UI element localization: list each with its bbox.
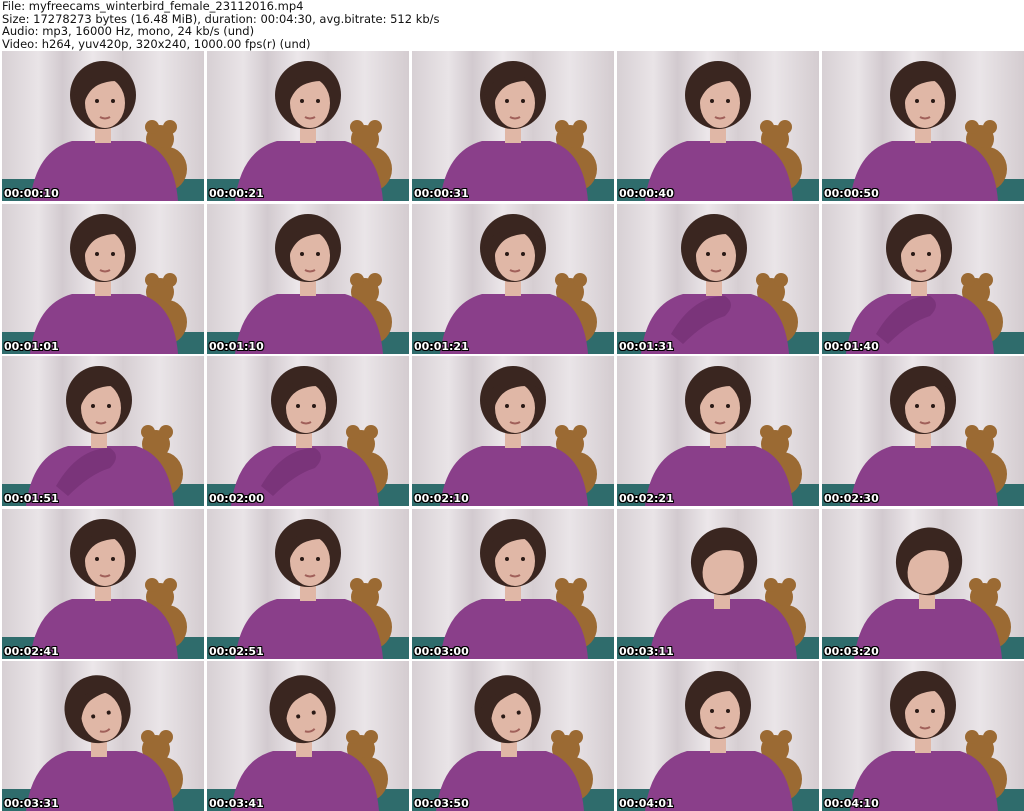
- video-frame-image: [822, 366, 1024, 506]
- timestamp-label: 00:00:50: [824, 187, 879, 200]
- file-info-header: File: myfreecams_winterbird_female_23112…: [2, 0, 1002, 50]
- timestamp-label: 00:04:10: [824, 797, 879, 810]
- video-thumbnail: 00:00:40: [617, 51, 819, 201]
- timestamp-label: 00:01:51: [4, 492, 59, 505]
- timestamp-label: 00:02:41: [4, 644, 59, 658]
- video-frame-image: [2, 675, 204, 811]
- timestamp-label: 00:03:11: [619, 644, 674, 658]
- timestamp-label: 00:01:31: [619, 339, 674, 353]
- video-thumbnail: 00:03:00: [412, 508, 614, 659]
- thumbnail-grid: 00:00:10 00:00:21 00:00:31 00:00:40 00:00:50…: [0, 50, 1024, 811]
- video-thumbnail: 00:00:31: [412, 51, 614, 201]
- file-name-line: File: myfreecams_winterbird_female_23112…: [2, 0, 304, 13]
- timestamp-label: 00:03:31: [4, 797, 59, 810]
- video-thumbnail: 00:04:01: [617, 661, 819, 811]
- video-frame-image: [2, 213, 204, 354]
- video-frame-image: [617, 526, 819, 659]
- video-thumbnail: 00:00:10: [2, 51, 204, 201]
- video-frame-image: [822, 61, 1024, 201]
- timestamp-label: 00:00:21: [209, 187, 264, 200]
- timestamp-label: 00:01:10: [209, 339, 264, 353]
- timestamp-label: 00:01:21: [414, 339, 469, 353]
- timestamp-label: 00:03:50: [414, 797, 469, 810]
- video-frame-image: [617, 213, 819, 354]
- video-thumbnail: 00:01:01: [2, 203, 204, 354]
- timestamp-label: 00:02:30: [824, 492, 879, 505]
- video-thumbnail: 00:03:41: [207, 661, 409, 811]
- video-frame-image: [822, 213, 1024, 354]
- video-thumbnail: 00:02:21: [617, 356, 819, 506]
- timestamp-label: 00:02:10: [414, 492, 469, 505]
- video-thumbnail: 00:01:10: [207, 203, 409, 354]
- video-thumbnail: 00:02:41: [2, 508, 204, 659]
- timestamp-label: 00:00:40: [619, 187, 674, 200]
- timestamp-label: 00:01:40: [824, 339, 879, 353]
- timestamp-label: 00:00:31: [414, 187, 469, 200]
- video-frame-image: [207, 61, 409, 201]
- video-frame-image: [412, 213, 614, 354]
- video-frame-image: [207, 675, 409, 811]
- video-thumbnail: 00:03:11: [617, 508, 819, 659]
- video-thumbnail: 00:03:20: [822, 508, 1024, 659]
- video-thumbnail: 00:01:31: [617, 203, 819, 354]
- video-frame-image: [207, 366, 409, 506]
- timestamp-label: 00:03:41: [209, 797, 264, 810]
- timestamp-label: 00:03:00: [414, 644, 469, 658]
- video-thumbnail: 00:02:00: [207, 356, 409, 506]
- video-frame-image: [207, 213, 409, 354]
- video-thumbnail: 00:01:51: [2, 356, 204, 506]
- video-frame-image: [617, 671, 819, 811]
- video-thumbnail: 00:00:50: [822, 51, 1024, 201]
- video-frame-image: [412, 675, 614, 811]
- video-frame-image: [617, 366, 819, 506]
- video-thumbnail: 00:01:21: [412, 203, 614, 354]
- video-thumbnail: 00:03:50: [412, 661, 614, 811]
- timestamp-label: 00:02:21: [619, 492, 674, 505]
- video-frame-image: [617, 61, 819, 201]
- video-thumbnail: 00:03:31: [2, 661, 204, 811]
- video-frame-image: [2, 61, 204, 201]
- video-frame-image: [412, 366, 614, 506]
- video-line: Video: h264, yuv420p, 320x240, 1000.00 f…: [2, 36, 311, 51]
- video-thumbnail: 00:02:51: [207, 508, 409, 659]
- video-frame-image: [822, 671, 1024, 811]
- video-thumbnail: 00:01:40: [822, 203, 1024, 354]
- video-thumbnail: 00:02:30: [822, 356, 1024, 506]
- video-frame-image: [412, 518, 614, 659]
- video-thumbnail: 00:00:21: [207, 51, 409, 201]
- timestamp-label: 00:01:01: [4, 339, 59, 353]
- timestamp-label: 00:04:01: [619, 797, 674, 810]
- video-frame-image: [2, 518, 204, 659]
- timestamp-label: 00:00:10: [4, 187, 59, 200]
- video-frame-image: [412, 61, 614, 201]
- timestamp-label: 00:02:00: [209, 492, 264, 505]
- timestamp-label: 00:03:20: [824, 644, 879, 658]
- video-frame-image: [2, 366, 204, 506]
- video-frame-image: [822, 526, 1024, 659]
- audio-line: Audio: mp3, 16000 Hz, mono, 24 kb/s (und…: [2, 24, 255, 39]
- video-thumbnail: 00:02:10: [412, 356, 614, 506]
- video-thumbnail: 00:04:10: [822, 661, 1024, 811]
- timestamp-label: 00:02:51: [209, 644, 264, 658]
- video-frame-image: [207, 518, 409, 659]
